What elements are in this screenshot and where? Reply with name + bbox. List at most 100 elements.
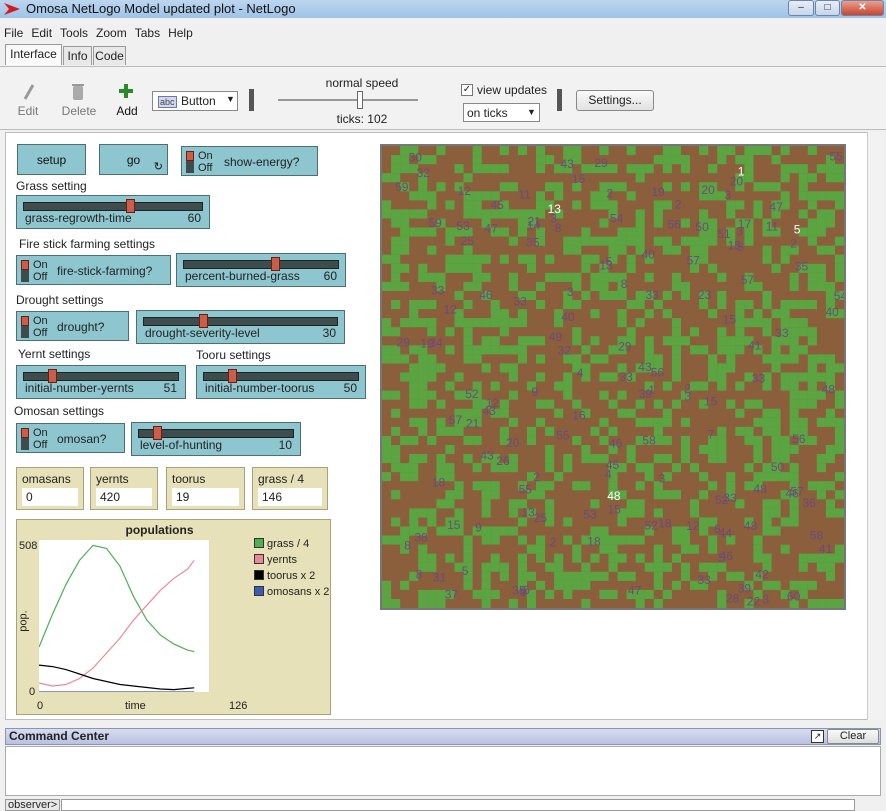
tab-code[interactable]: Code — [93, 46, 126, 65]
menu-help[interactable]: Help — [164, 24, 197, 42]
grass-patch — [744, 300, 754, 310]
grass-patch — [608, 200, 618, 210]
tab-interface[interactable]: Interface — [5, 44, 62, 65]
go-button[interactable]: go ↻ — [99, 144, 168, 175]
update-mode-dropdown[interactable]: on ticks ▼ — [463, 103, 540, 122]
grass-patch — [744, 399, 754, 409]
legend-item: omosans x 2 — [254, 586, 329, 602]
grass-patch — [653, 553, 663, 563]
drought-switch[interactable]: On Off drought? — [16, 311, 129, 341]
view-updates-checkbox[interactable]: ✓ — [461, 84, 473, 96]
grass-patch — [825, 454, 835, 464]
grass-patch — [499, 426, 509, 436]
plot-title: populations — [125, 523, 194, 537]
grass-patch — [481, 571, 491, 581]
minimize-button[interactable]: – — [788, 0, 814, 16]
grass-patch — [581, 254, 591, 264]
speed-slider-knob[interactable] — [357, 91, 363, 109]
clear-button[interactable]: Clear — [827, 729, 879, 744]
tab-info[interactable]: Info — [63, 46, 92, 65]
grass-patch — [409, 390, 419, 400]
grass-patch — [599, 354, 609, 364]
command-output — [5, 746, 881, 796]
grass-patch — [671, 336, 681, 346]
grass-patch — [744, 463, 754, 473]
legend-label: grass / 4 — [267, 538, 310, 550]
delete-button[interactable]: Delete — [58, 104, 100, 118]
grass-patch — [391, 390, 401, 400]
agent-energy-label: 4 — [577, 366, 584, 380]
grass-patch — [825, 562, 835, 572]
slider-track — [23, 372, 179, 381]
maximize-button[interactable]: □ — [815, 0, 840, 16]
grass-patch — [807, 236, 817, 246]
agent-energy-label: 47 — [769, 200, 783, 214]
world-view[interactable]: 45 5 56 12 50 55 38 46 59 41 33 48 2 51 1 21 21 18 18 41 20 3… — [380, 144, 846, 610]
grass-patch — [771, 426, 781, 436]
show-energy-switch[interactable]: On Off show-energy? — [181, 146, 318, 176]
grass-patch — [717, 426, 727, 436]
grass-patch — [499, 227, 509, 237]
grass-patch — [454, 318, 464, 328]
grass-patch — [536, 281, 546, 291]
grass-patch — [409, 435, 419, 445]
grass-patch — [581, 290, 591, 300]
omosan-switch[interactable]: On Off omosan? — [16, 423, 125, 453]
grass-patch — [508, 508, 518, 518]
speed-slider-track[interactable] — [278, 99, 418, 101]
agent-energy-label: 60 — [787, 590, 801, 604]
menu-file[interactable]: File — [0, 24, 27, 42]
observer-prompt[interactable]: observer> — [5, 799, 61, 811]
fire-stick-switch[interactable]: On Off fire-stick-farming? — [16, 255, 171, 285]
grass-patch — [572, 580, 582, 590]
grass-patch — [690, 345, 700, 355]
grass-patch — [481, 318, 491, 328]
grass-patch — [481, 336, 491, 346]
grass-regrowth-slider[interactable]: grass-regrowth-time 60 — [16, 195, 210, 229]
grass-patch — [626, 263, 636, 273]
grass-patch — [508, 390, 518, 400]
grass-patch — [789, 381, 799, 391]
slider-track — [143, 317, 338, 326]
grass-patch — [825, 481, 835, 491]
grass-patch — [708, 444, 718, 454]
menu-tools[interactable]: Tools — [56, 24, 92, 42]
switch-knob — [186, 151, 194, 161]
agent-energy-label: 47 — [484, 222, 498, 236]
edit-button[interactable]: Edit — [10, 104, 46, 118]
grass-patch — [816, 218, 826, 228]
agent-energy-label: 16 — [572, 409, 586, 423]
grass-patch — [590, 281, 600, 291]
agent-energy-label: 55 — [519, 482, 533, 496]
grass-patch — [418, 354, 428, 364]
grass-patch — [563, 463, 573, 473]
hunting-slider[interactable]: level-of-hunting 10 — [131, 422, 301, 456]
initial-toorus-slider[interactable]: initial-number-toorus 50 — [196, 365, 366, 399]
grass-patch — [617, 553, 627, 563]
grass-patch — [699, 517, 709, 527]
grass-patch — [626, 508, 636, 518]
menu-zoom[interactable]: Zoom — [92, 24, 131, 42]
menu-edit[interactable]: Edit — [27, 24, 56, 42]
menu-tabs[interactable]: Tabs — [131, 24, 164, 42]
grass-patch — [608, 372, 618, 382]
add-button[interactable]: Add — [106, 104, 148, 118]
grass-patch — [517, 218, 527, 228]
grass-patch — [572, 245, 582, 255]
expand-icon[interactable]: ↗ — [811, 730, 824, 743]
setup-button[interactable]: setup — [17, 144, 86, 175]
percent-burned-slider[interactable]: percent-burned-grass 60 — [176, 253, 346, 287]
vertical-scrollbar[interactable] — [867, 132, 881, 720]
initial-yernts-slider[interactable]: initial-number-yernts 51 — [16, 365, 186, 399]
grass-patch — [780, 372, 790, 382]
widget-type-dropdown[interactable]: abc Button ▼ — [152, 91, 238, 111]
grass-patch — [708, 354, 718, 364]
command-input[interactable] — [61, 799, 855, 811]
close-button[interactable]: ✕ — [841, 0, 884, 16]
settings-button[interactable]: Settings... — [576, 90, 654, 111]
grass-patch — [662, 417, 672, 427]
grass-patch — [680, 281, 690, 291]
grass-patch — [490, 562, 500, 572]
drought-severity-slider[interactable]: drought-severity-level 30 — [136, 310, 345, 344]
slider-value: 50 — [343, 381, 357, 395]
